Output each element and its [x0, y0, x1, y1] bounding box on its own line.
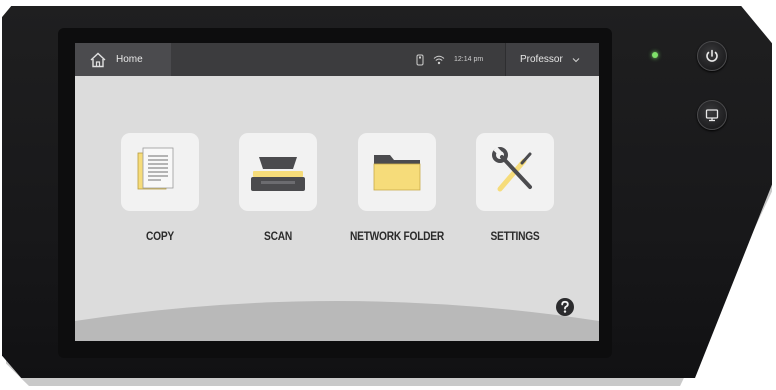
- power-button[interactable]: [697, 41, 727, 71]
- home-icon: [90, 52, 106, 67]
- chevron-down-icon: [572, 57, 580, 62]
- network-folder-tile[interactable]: [358, 133, 436, 211]
- status-area: 12:14 pm: [416, 43, 483, 76]
- usb-icon: [416, 54, 424, 65]
- scan-label: SCAN: [264, 229, 292, 243]
- user-name: Professor: [520, 54, 563, 65]
- network-folder-label: NETWORK FOLDER: [350, 229, 444, 243]
- top-bar: Home 12:14 pm Professor: [75, 43, 599, 76]
- settings-tile[interactable]: [476, 133, 554, 211]
- scanner-icon: [251, 157, 305, 191]
- help-icon[interactable]: [555, 297, 575, 317]
- copy-label: COPY: [146, 229, 174, 243]
- copy-tile[interactable]: [121, 133, 199, 211]
- copy-document-icon: [137, 147, 174, 190]
- settings-label: SETTINGS: [490, 229, 540, 243]
- home-tab[interactable]: Home: [75, 43, 171, 76]
- user-menu[interactable]: Professor: [505, 43, 599, 76]
- wifi-icon: [433, 55, 445, 64]
- power-icon: [706, 49, 718, 62]
- status-led: [652, 52, 658, 58]
- scan-tile[interactable]: [239, 133, 317, 211]
- wrench-screwdriver-icon: [492, 146, 532, 192]
- clock-time: 12:14 pm: [454, 56, 484, 63]
- display-icon: [705, 109, 719, 122]
- home-label: Home: [116, 54, 143, 65]
- display-button[interactable]: [697, 100, 727, 130]
- touch-screen: Home 12:14 pm Professor COPY SCAN NETWOR…: [75, 43, 599, 341]
- folder-icon: [373, 155, 421, 191]
- bottom-wave: [75, 301, 599, 341]
